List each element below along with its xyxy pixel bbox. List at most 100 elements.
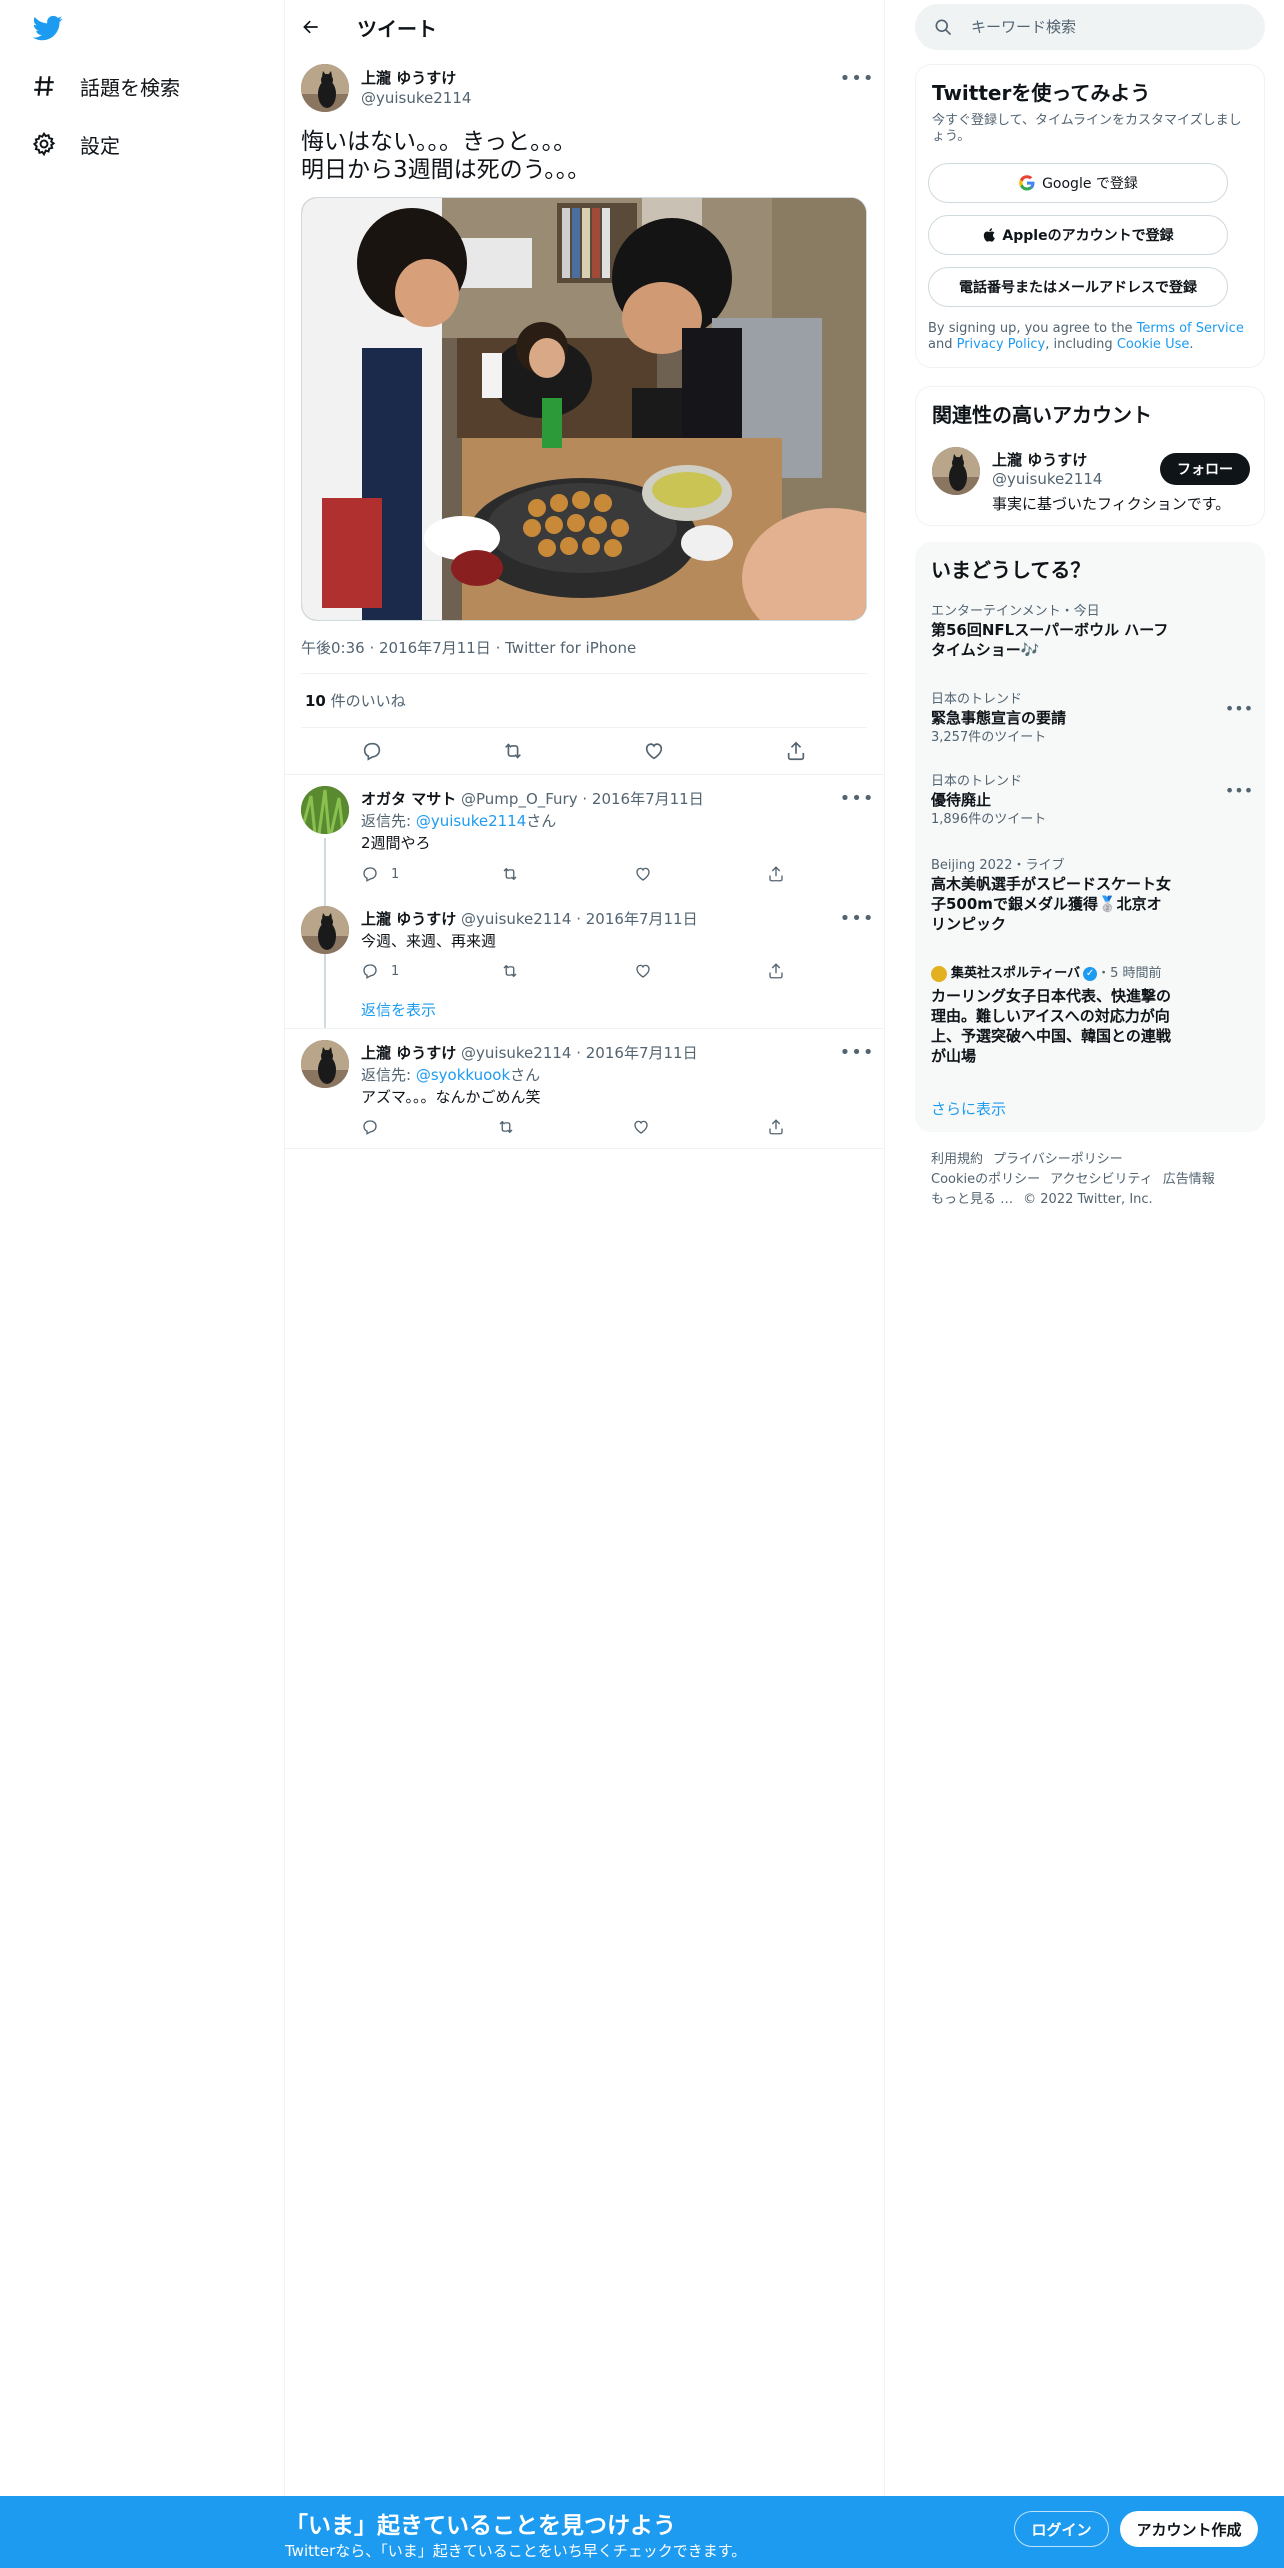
reply-header: 上瀧 ゆうすけ @yuisuke2114 · 2016年7月11日	[361, 1044, 698, 1062]
reply-icon[interactable]	[355, 734, 389, 768]
footer-link[interactable]: アクセシビリティ	[1050, 1172, 1153, 1187]
tweet-meta: 午後0:36 · 2016年7月11日 · Twitter for iPhone	[301, 639, 637, 657]
reply-icon	[363, 867, 377, 882]
nav-explore-label: 話題を検索	[80, 75, 180, 100]
search-input[interactable]	[971, 18, 1251, 36]
signup-button[interactable]: アカウント作成	[1120, 2511, 1258, 2547]
author-handle[interactable]: @yuisuke2114	[361, 89, 471, 107]
verified-badge-icon: ✓	[1083, 967, 1098, 981]
reply-date[interactable]: 2016年7月11日	[592, 790, 704, 808]
reply-button[interactable]: 1	[361, 864, 399, 884]
more-options-icon[interactable]: •••	[840, 68, 874, 89]
footer-links: 利用規約 プライバシーポリシー Cookieのポリシー アクセシビリティ 広告情報 も…	[931, 1150, 1225, 1210]
more-options-icon[interactable]: •••	[840, 788, 874, 809]
divider	[285, 774, 885, 775]
reply-icon[interactable]	[361, 1117, 379, 1137]
like-icon[interactable]	[634, 961, 652, 981]
reply-author-handle[interactable]: @yuisuke2114	[461, 1044, 571, 1062]
trend-meta: エンターテインメント・今日	[931, 604, 1100, 619]
retweet-icon[interactable]	[497, 1117, 515, 1137]
more-options-icon[interactable]: •••	[1225, 699, 1253, 718]
trend-item[interactable]: Beijing 2022・ライブ 高木美帆選手がスピードスケート女子500mで銀…	[931, 858, 1251, 934]
reply-author-name[interactable]: 上瀧 ゆうすけ	[361, 910, 456, 928]
footer-link[interactable]: 広告情報	[1163, 1172, 1215, 1187]
tweet-source[interactable]: Twitter for iPhone	[505, 639, 636, 657]
show-replies-link[interactable]: 返信を表示	[361, 999, 436, 1020]
trend-source: 集英社スポルティーバ	[951, 966, 1081, 981]
related-name[interactable]: 上瀧 ゆうすけ	[992, 449, 1087, 470]
search-bar[interactable]	[915, 4, 1265, 50]
related-accounts-card: 関連性の高いアカウント 上瀧 ゆうすけ @yuisuke2114 事実に基づいた…	[915, 386, 1265, 526]
avatar[interactable]	[301, 906, 349, 954]
like-icon[interactable]	[637, 734, 671, 768]
share-icon[interactable]	[767, 1117, 785, 1137]
share-icon[interactable]	[767, 961, 785, 981]
like-icon[interactable]	[634, 864, 652, 884]
gear-icon	[30, 130, 58, 158]
follow-button[interactable]: フォロー	[1160, 453, 1250, 485]
show-more-link[interactable]: さらに表示	[931, 1098, 1006, 1119]
page-header: ツイート	[285, 0, 885, 54]
reply-author-handle[interactable]: @yuisuke2114	[461, 910, 571, 928]
more-options-icon[interactable]: •••	[840, 908, 874, 929]
reply-count: 1	[391, 866, 400, 882]
reply-date[interactable]: 2016年7月11日	[586, 910, 698, 928]
reply-text: アズマ。。。なんかごめん笑	[361, 1088, 541, 1106]
tweet-date[interactable]: 2016年7月11日	[379, 639, 491, 657]
reply-to-link[interactable]: @syokkuook	[416, 1066, 510, 1084]
retweet-icon[interactable]	[501, 864, 519, 884]
privacy-link[interactable]: Privacy Policy	[957, 337, 1046, 352]
like-icon[interactable]	[632, 1117, 650, 1137]
footer-link[interactable]: プライバシーポリシー	[993, 1152, 1123, 1167]
tweet-photo[interactable]	[301, 197, 867, 621]
reply-author-name[interactable]: オガタ マサト	[361, 790, 456, 808]
terms-link[interactable]: Terms of Service	[1137, 321, 1244, 336]
likes-number: 10	[305, 692, 326, 710]
google-signup-button[interactable]: Google で登録	[928, 163, 1228, 203]
signup-card: Twitterを使ってみよう 今すぐ登録して、タイムラインをカスタマイズしましょ…	[915, 64, 1265, 368]
reply-button[interactable]: 1	[361, 961, 399, 981]
avatar[interactable]	[301, 786, 349, 834]
share-icon[interactable]	[779, 734, 813, 768]
trend-item[interactable]: 日本のトレンド 緊急事態宣言の要請 3,257件のツイート	[931, 692, 1251, 746]
twitter-logo-icon[interactable]	[31, 13, 65, 43]
nav-explore[interactable]: 話題を検索	[30, 60, 180, 112]
copyright: © 2022 Twitter, Inc.	[1023, 1192, 1153, 1207]
right-sidebar: Twitterを使ってみよう 今すぐ登録して、タイムラインをカスタマイズしましょ…	[885, 0, 1284, 2568]
reply-to-link[interactable]: @yuisuke2114	[416, 812, 526, 830]
reply-author-handle[interactable]: @Pump_O_Fury	[461, 790, 578, 808]
author-name[interactable]: 上瀧 ゆうすけ	[361, 67, 456, 88]
divider	[301, 727, 867, 728]
trend-item[interactable]: 日本のトレンド 優待廃止 1,896件のツイート	[931, 774, 1251, 828]
more-options-icon[interactable]: •••	[1225, 781, 1253, 800]
avatar[interactable]	[932, 447, 980, 495]
trend-item[interactable]: エンターテインメント・今日 第56回NFLスーパーボウル ハーフタイムショー🎶	[931, 604, 1251, 660]
retweet-icon[interactable]	[496, 734, 530, 768]
share-icon[interactable]	[767, 864, 785, 884]
phone-signup-button[interactable]: 電話番号またはメールアドレスで登録	[928, 267, 1228, 307]
trend-meta: Beijing 2022・ライブ	[931, 858, 1065, 873]
trend-meta: 日本のトレンド	[931, 774, 1023, 789]
likes-count[interactable]: 10 件のいいね	[305, 690, 406, 711]
apple-signup-button[interactable]: Appleのアカウントで登録	[928, 215, 1228, 255]
reply-date[interactable]: 2016年7月11日	[586, 1044, 698, 1062]
related-handle[interactable]: @yuisuke2114	[992, 470, 1102, 488]
footer-link[interactable]: Cookieのポリシー	[931, 1172, 1040, 1187]
login-button[interactable]: ログイン	[1014, 2511, 1109, 2547]
trend-name: カーリング女子日本代表、快進撃の理由。難しいアイスへの対応力が向上、予選突破へ中…	[931, 987, 1172, 1065]
tweet-time[interactable]: 午後0:36	[301, 639, 365, 657]
reply-text: 今週、来週、再来週	[361, 932, 497, 950]
cookie-link[interactable]: Cookie Use	[1117, 337, 1190, 352]
footer-link[interactable]: もっと見る …	[931, 1192, 1013, 1207]
reply-author-name[interactable]: 上瀧 ゆうすけ	[361, 1044, 456, 1062]
nav-settings[interactable]: 設定	[30, 118, 120, 170]
more-options-icon[interactable]: •••	[840, 1042, 874, 1063]
retweet-icon[interactable]	[501, 961, 519, 981]
back-arrow-icon[interactable]	[293, 9, 329, 45]
avatar[interactable]	[301, 1040, 349, 1088]
trend-item[interactable]: 集英社スポルティーバ ✓ ・5 時間前 カーリング女子日本代表、快進撃の理由。難…	[931, 966, 1251, 1066]
trend-name: 高木美帆選手がスピードスケート女子500mで銀メダル獲得🥈北京オリンピック	[931, 875, 1172, 933]
related-title: 関連性の高いアカウント	[932, 403, 1152, 427]
footer-link[interactable]: 利用規約	[931, 1152, 983, 1167]
avatar[interactable]	[301, 64, 349, 112]
